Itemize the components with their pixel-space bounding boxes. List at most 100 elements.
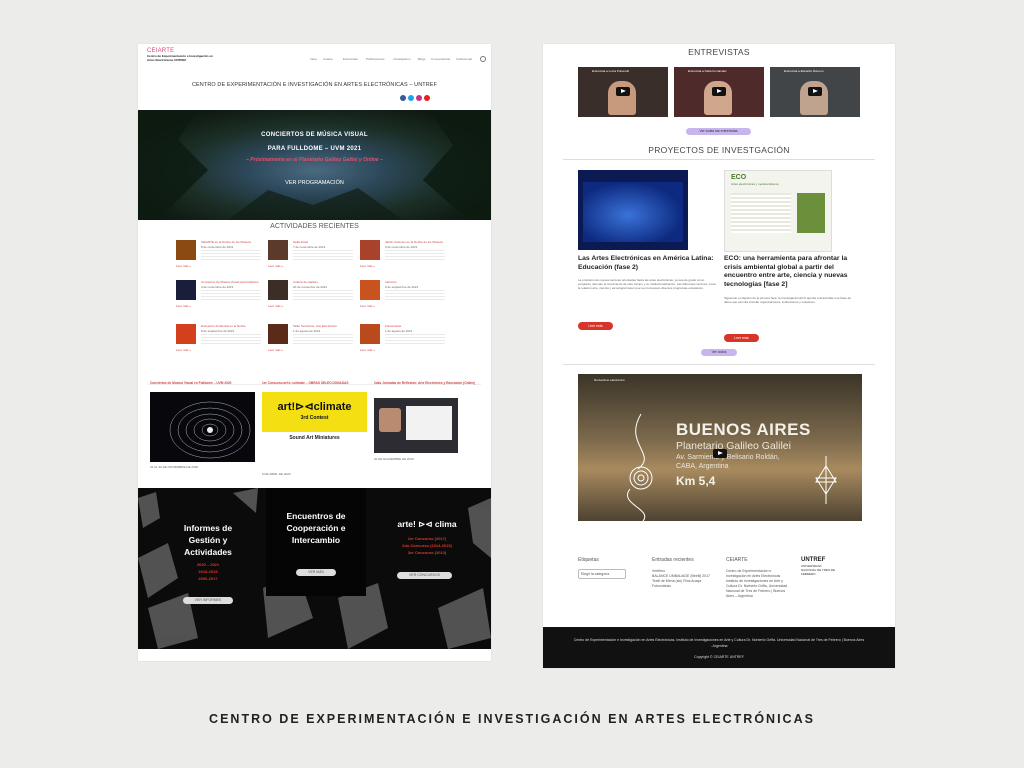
project-title[interactable]: ECO: una herramienta para afrontar la cr…: [724, 255, 854, 289]
activity-thumbnail[interactable]: [268, 240, 288, 260]
contest-link[interactable]: 1er Concurso (2017): [386, 536, 468, 542]
activity-title[interactable]: Encuentro Ambiental en la Noche: [201, 324, 263, 328]
nav-item-ceiarte[interactable]: Ceiarte: [323, 57, 333, 61]
news-image-spiral[interactable]: [150, 392, 255, 462]
cooperation-box-title: Encuentros de Cooperación e Intercambio: [286, 511, 346, 545]
planetarium-video[interactable]: Nonvertimo electrónico BUENOS AIRES Plan…: [578, 374, 862, 521]
footer-recent-link[interactable]: Fotosíntesis: [652, 584, 671, 589]
play-icon[interactable]: [712, 87, 726, 96]
news-item-title[interactable]: 2das Jornadas de Reflexión: Arte Electró…: [374, 381, 484, 385]
read-more-link[interactable]: Leer más »: [360, 264, 375, 268]
twitter-icon[interactable]: [408, 95, 414, 101]
view-all-interviews-button[interactable]: Ver todas las entrevistas: [686, 128, 751, 135]
nav-item-inicio[interactable]: Inicio: [310, 57, 317, 61]
activity-thumbnail[interactable]: [176, 280, 196, 300]
activity-title[interactable]: Cultura de Hackeo: [293, 280, 355, 284]
nav-item-investigacion[interactable]: Investigación: [393, 57, 411, 61]
projection-image: [583, 182, 683, 242]
play-icon[interactable]: [713, 449, 727, 458]
nav-item-blogs[interactable]: Blogs: [418, 57, 426, 61]
activity-excerpt: [201, 250, 261, 260]
video-address: Av. Sarmiento y Belisario Roldán,: [676, 454, 780, 461]
activity-thumbnail[interactable]: [268, 280, 288, 300]
play-icon[interactable]: [616, 87, 630, 96]
footer-address: Centro de Experimentación e Investigació…: [726, 569, 788, 598]
nav-item-publicaciones[interactable]: Publicaciones: [366, 57, 385, 61]
news-item-date: 20 DE NOVIEMBRE DE 2019: [374, 457, 414, 461]
activity-excerpt: [293, 290, 353, 300]
activity-title[interactable]: Nella Rossi: [293, 240, 355, 244]
divider: [563, 364, 875, 365]
activity-thumbnail[interactable]: [360, 280, 380, 300]
instagram-icon[interactable]: [416, 95, 422, 101]
nav-item-institucional[interactable]: Institucional: [456, 57, 472, 61]
read-more-link[interactable]: Leer más »: [268, 304, 283, 308]
contest-link[interactable]: 3er Concurso (2013): [386, 550, 468, 556]
contest-link[interactable]: 2do Concurso (2014-2015): [386, 543, 468, 549]
hero-banner: CONCIERTOS DE MÚSICA VISUAL PARA FULLDOM…: [138, 110, 491, 220]
activity-thumbnail[interactable]: [268, 324, 288, 344]
footer-bar: Centro de Experimentación e Investigació…: [543, 627, 895, 668]
view-all-projects-button[interactable]: Ver todos: [701, 349, 737, 356]
read-more-button[interactable]: Leer más: [578, 322, 613, 330]
activity-excerpt: [201, 290, 261, 300]
read-more-link[interactable]: Leer más »: [360, 304, 375, 308]
youtube-icon[interactable]: [424, 95, 430, 101]
activity-date: 8 de septiembre de 2021: [201, 329, 235, 333]
project-excerpt: Siguiendo el objetivo de la primera fase…: [724, 296, 851, 304]
footer-ceiarte-title: CEIARTE: [726, 557, 748, 563]
organization-title: CENTRO DE EXPERIMENTACIÓN E INVESTIGACIÓ…: [191, 82, 438, 88]
reports-year[interactable]: 2018-2019: [168, 569, 248, 575]
interview-video[interactable]: Entrevista a Lucía Polverelli: [578, 67, 668, 117]
activity-date: 9 de septiembre de 2021: [385, 285, 419, 289]
activity-title[interactable]: Conciertos de Música Visual para Fulldom…: [201, 280, 263, 284]
activity-title[interactable]: CEIARTE en la Noche de los Museos: [201, 240, 263, 244]
read-more-button[interactable]: Leer más: [724, 334, 759, 342]
activity-thumbnail[interactable]: [176, 240, 196, 260]
project-title[interactable]: Las Artes Electrónicas en América Latina…: [578, 255, 718, 272]
interview-video[interactable]: Entrevista a Eduardo Romero: [770, 67, 860, 117]
nav-item-entrevistas[interactable]: Entrevistas: [343, 57, 358, 61]
activity-title[interactable]: Laborios: [385, 280, 447, 284]
activity-excerpt: [385, 250, 445, 260]
activity-date: 4 de noviembre de 2021: [201, 285, 234, 289]
news-item-title[interactable]: Conciertos de Música Visual en Fulldome …: [150, 381, 255, 385]
speaker-image: [379, 408, 401, 432]
read-more-link[interactable]: Leer más »: [176, 304, 191, 308]
nav-item-convocatorias[interactable]: Convocatorias: [431, 57, 450, 61]
activity-title[interactable]: Jardín Cósmico en la Noche de los Museos: [385, 240, 447, 244]
project-image-education[interactable]: [578, 170, 688, 250]
activity-title[interactable]: Taller Territorios, Arte Electrónico: [293, 324, 355, 328]
cooperation-button[interactable]: VER MÁS: [296, 569, 336, 576]
hero-title-line1: CONCIERTOS DE MÚSICA VISUAL: [261, 132, 368, 138]
video-subtitle: Planetario Galileo Galilei: [676, 440, 791, 452]
reports-year[interactable]: 2020 – 2021: [168, 562, 248, 568]
read-more-link[interactable]: Leer más »: [176, 264, 191, 268]
read-more-link[interactable]: Leer más »: [360, 348, 375, 352]
activity-thumbnail[interactable]: [360, 240, 380, 260]
view-reports-button[interactable]: VER INFORMES: [183, 597, 233, 604]
news-item-title[interactable]: 1er Concurso art!⊳⊲climate – OBRAS SELEC…: [262, 381, 367, 385]
search-icon[interactable]: [480, 56, 486, 62]
untref-logo[interactable]: UNTREF: [801, 557, 825, 563]
activity-title[interactable]: Fotosíntesis: [385, 324, 447, 328]
activity-thumbnail[interactable]: [360, 324, 380, 344]
interview-video[interactable]: Entrevista a Nella Fernández: [674, 67, 764, 117]
news-image-video[interactable]: [374, 398, 458, 453]
category-select[interactable]: Elegir la categoría: [578, 569, 626, 579]
read-more-link[interactable]: Leer más »: [268, 264, 283, 268]
read-more-link[interactable]: Leer más »: [268, 348, 283, 352]
play-icon[interactable]: [808, 87, 822, 96]
activity-excerpt: [201, 334, 261, 344]
activity-date: 8 de noviembre de 2021: [201, 245, 234, 249]
bottom-features-section: Informes de Gestión y Actividades 2020 –…: [138, 488, 491, 649]
activity-thumbnail[interactable]: [176, 324, 196, 344]
reports-year[interactable]: 2006-2017: [168, 576, 248, 582]
research-projects-title: PROYECTOS DE INVESTGACIÓN: [648, 145, 790, 155]
view-contests-button[interactable]: VER CONCURSOS: [397, 572, 452, 579]
read-more-link[interactable]: Leer más »: [176, 348, 191, 352]
interviews-page-screenshot: ENTREVISTAS Entrevista a Lucía Polverell…: [543, 44, 895, 668]
view-program-button[interactable]: VER PROGRAMACIÓN: [138, 180, 491, 186]
facebook-icon[interactable]: [400, 95, 406, 101]
project-image-eco[interactable]: ECO Artes electrónicas y medioambiente.: [724, 170, 832, 252]
